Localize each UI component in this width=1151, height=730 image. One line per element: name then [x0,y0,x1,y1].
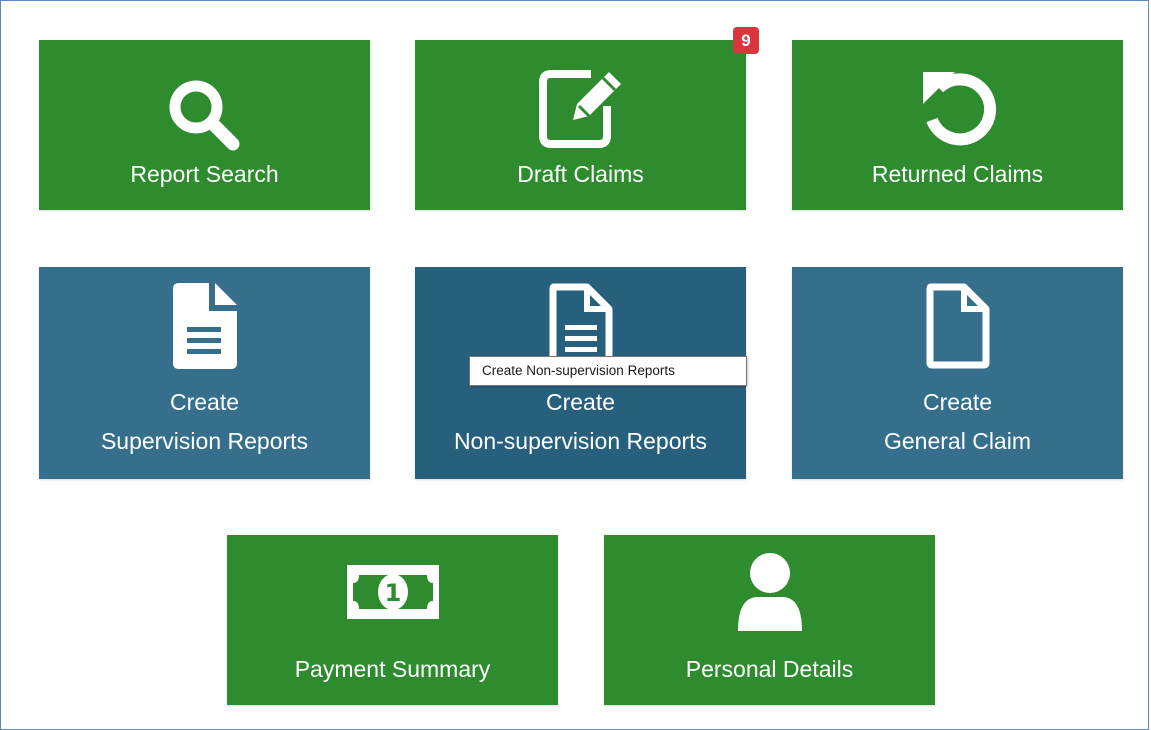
document-outline-icon [926,283,989,369]
svg-text:1: 1 [384,579,401,607]
edit-icon [538,70,621,148]
create-non-supervision-line2: Non-supervision Reports [453,428,708,454]
create-supervision-line2: Supervision Reports [100,428,309,454]
draft-claims-tile[interactable]: 9 Draft Claims [415,27,759,210]
search-icon [169,80,239,151]
personal-details-label: Personal Details [685,656,854,682]
personal-details-tile[interactable]: Personal Details [604,535,935,705]
create-general-line1: Create [922,389,993,415]
user-icon [737,553,802,631]
undo-icon [922,72,996,146]
returned-claims-tile[interactable]: Returned Claims [792,40,1123,210]
create-non-supervision-line1: Create [545,389,616,415]
create-supervision-line1: Create [169,389,240,415]
report-search-label: Report Search [130,161,279,187]
returned-claims-label: Returned Claims [871,161,1044,187]
payment-summary-tile[interactable]: 1 Payment Summary [227,535,558,705]
draft-claims-count-badge: 9 [733,27,759,54]
report-search-tile[interactable]: Report Search [39,40,370,210]
banknote-icon: 1 [346,565,439,619]
payment-summary-label: Payment Summary [294,656,491,682]
document-filled-icon [172,283,237,369]
create-general-claim-tile[interactable]: Create General Claim [792,267,1123,479]
create-supervision-reports-tile[interactable]: Create Supervision Reports [39,267,370,479]
create-general-line2: General Claim [884,428,1031,454]
draft-claims-label: Draft Claims [517,161,644,187]
tooltip: Create Non-supervision Reports [469,356,747,386]
